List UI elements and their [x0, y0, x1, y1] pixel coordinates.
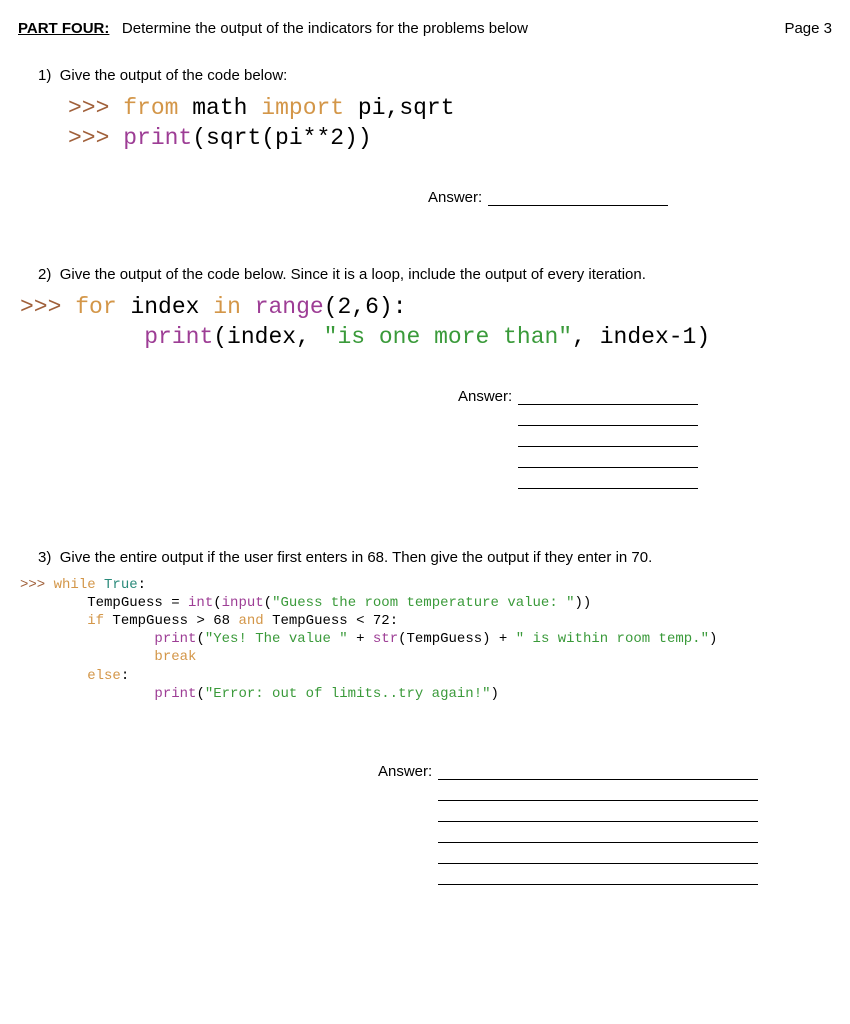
q1-answer: Answer:: [428, 189, 832, 206]
blank-line: [438, 786, 758, 801]
header-instruction: Determine the output of the indicators f…: [114, 20, 528, 37]
q3-prompt: 3) Give the entire output if the user fi…: [38, 549, 832, 566]
q2-prompt: 2) Give the output of the code below. Si…: [38, 266, 832, 283]
blank-line: [518, 453, 698, 468]
blank-line: [518, 390, 698, 405]
q3-answer: Answer: Answer: Answer: Answer: Answer: …: [378, 763, 832, 885]
blank-line: [518, 432, 698, 447]
blank-line: [438, 807, 758, 822]
part-title: PART FOUR:: [18, 20, 109, 37]
blank-line: [488, 191, 668, 206]
question-1: 1) Give the output of the code below: >>…: [18, 67, 832, 206]
q1-code: >>> from math import pi,sqrt >>> print(s…: [38, 94, 832, 154]
blank-line: [438, 765, 758, 780]
blank-line: [438, 870, 758, 885]
blank-line: [518, 474, 698, 489]
q1-prompt: 1) Give the output of the code below:: [38, 67, 832, 84]
q3-code: >>> while True: TempGuess = int(input("G…: [20, 576, 832, 703]
blank-line: [438, 849, 758, 864]
question-2: 2) Give the output of the code below. Si…: [18, 266, 832, 489]
blank-line: [438, 828, 758, 843]
header-left: PART FOUR: Determine the output of the i…: [18, 20, 528, 37]
question-3: 3) Give the entire output if the user fi…: [18, 549, 832, 885]
q2-code: >>> for index in range(2,6): print(index…: [20, 293, 832, 353]
q2-answer: Answer: Answer: Answer: Answer: Answer:: [458, 388, 832, 489]
page-header: PART FOUR: Determine the output of the i…: [18, 20, 832, 37]
page-number: Page 3: [784, 20, 832, 37]
blank-line: [518, 411, 698, 426]
